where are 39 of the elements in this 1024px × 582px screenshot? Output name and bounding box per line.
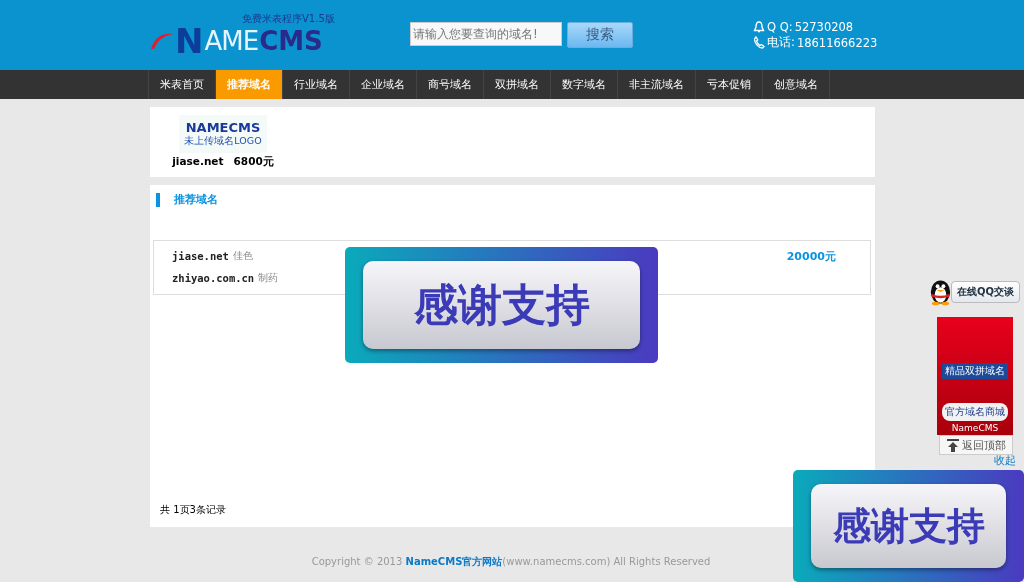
nav-tab[interactable]: 双拼域名 bbox=[484, 70, 551, 99]
back-to-top-button[interactable]: 返回顶部 bbox=[939, 435, 1013, 455]
nav-tab[interactable]: 创意域名 bbox=[763, 70, 830, 99]
section-title: 推荐域名 bbox=[174, 192, 218, 207]
promo-banner[interactable]: 精品双拼域名 官方域名商城 NameCMS bbox=[937, 317, 1013, 435]
nav-tab[interactable]: 数字域名 bbox=[551, 70, 618, 99]
contact-value: 18611666223 bbox=[796, 35, 878, 50]
site-link[interactable]: NameCMS官方网站 bbox=[405, 556, 503, 567]
domain-link[interactable]: jiase.net bbox=[172, 250, 229, 262]
thanks-banner-ad[interactable]: 感谢支持 bbox=[793, 470, 1024, 582]
bell-icon bbox=[753, 21, 765, 33]
contact-label: Q Q: bbox=[767, 20, 793, 34]
logo-title: NAMECMS bbox=[185, 120, 261, 135]
logo-tagline: 免费米表程序V1.5版 bbox=[242, 14, 335, 24]
nav-tab[interactable]: 商号域名 bbox=[417, 70, 484, 99]
logo-placeholder[interactable]: NAMECMS 未上传域名LOGO bbox=[179, 115, 267, 153]
nav-tab[interactable]: 企业域名 bbox=[350, 70, 417, 99]
contact-label: 电话: bbox=[767, 35, 795, 50]
domain-tag: 制药 bbox=[258, 271, 279, 285]
domain-price: 6800元 bbox=[233, 155, 274, 169]
banner-brand: NameCMS bbox=[951, 423, 999, 433]
banner-button[interactable]: 官方域名商城 bbox=[942, 403, 1008, 421]
domain-link[interactable]: zhiyao.com.cn bbox=[172, 272, 255, 284]
domain-price: 20000元 bbox=[786, 248, 836, 264]
domain-link[interactable]: jiase.net bbox=[172, 155, 224, 169]
banner-sign: 精品双拼域名 bbox=[942, 363, 1008, 379]
search-field[interactable]: 请输入您要查询的域名! bbox=[410, 22, 562, 46]
phone-icon bbox=[753, 36, 765, 49]
thanks-banner-ad[interactable]: 感谢支持 bbox=[345, 247, 658, 363]
logo-caption: 未上传域名LOGO bbox=[184, 135, 262, 148]
collapse-link[interactable]: 收起 bbox=[994, 455, 1016, 466]
contact-value: 52730208 bbox=[794, 20, 854, 34]
nav-tab[interactable]: 行业域名 bbox=[283, 70, 350, 99]
search-button[interactable]: 搜索 bbox=[567, 22, 633, 48]
domain-tag: 佳色 bbox=[232, 249, 253, 263]
nav-tab[interactable]: 亏本促销 bbox=[696, 70, 763, 99]
record-count: 共 1页3条记录 bbox=[160, 503, 227, 517]
nav-tab[interactable]: 非主流域名 bbox=[618, 70, 696, 99]
up-arrow-icon bbox=[946, 438, 959, 452]
